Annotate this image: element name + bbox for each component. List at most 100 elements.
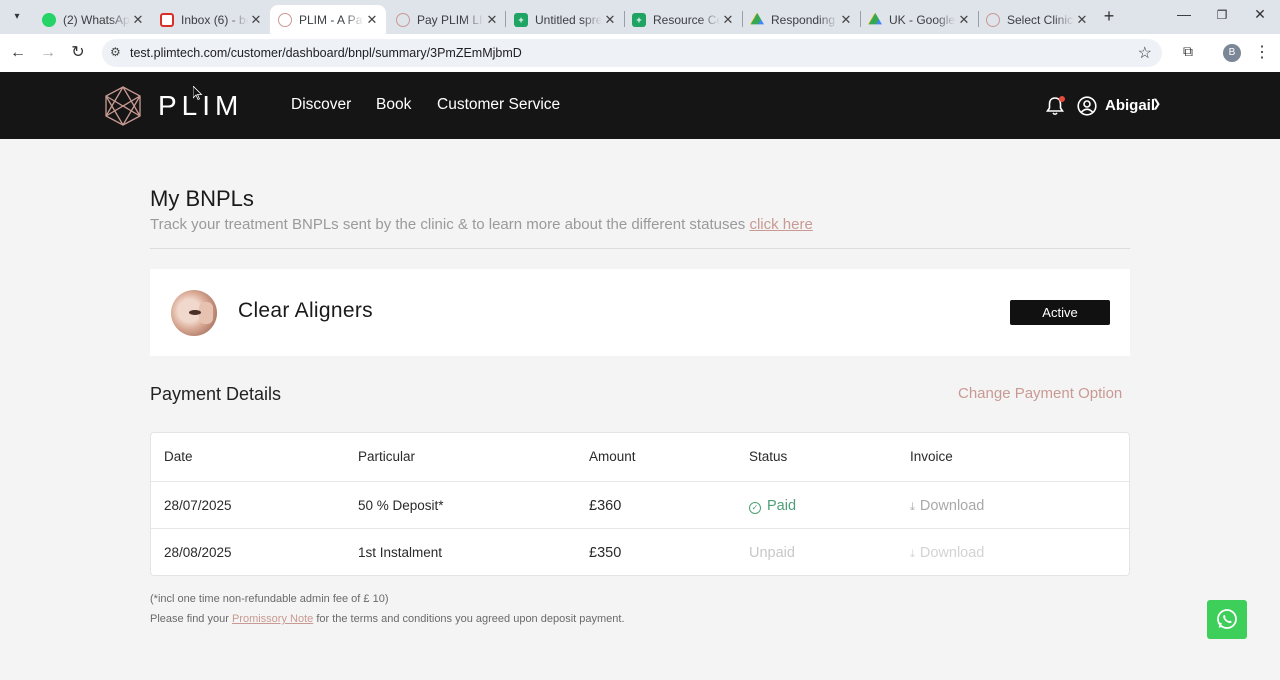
status-badge: Active xyxy=(1010,300,1110,325)
note-text-before: Please find your xyxy=(150,613,229,625)
sheets-icon: + xyxy=(514,12,528,27)
row-status-paid: ✓ Paid xyxy=(749,498,796,514)
payment-table: Date Particular Amount Status Invoice 28… xyxy=(150,432,1130,576)
close-tab-icon[interactable]: ✕ xyxy=(956,12,972,28)
drive-icon xyxy=(750,12,764,25)
promissory-note-text: Please find your Promissory Note for the… xyxy=(150,613,625,625)
browser-tab-strip: ▾ (2) WhatsApp ✕ Inbox (6) - be ✕ PLIM -… xyxy=(0,0,1280,34)
back-arrow-icon[interactable]: ← xyxy=(7,42,29,64)
profile-avatar[interactable]: B xyxy=(1223,44,1241,62)
close-tab-icon[interactable]: ✕ xyxy=(838,12,854,28)
status-info-link[interactable]: click here xyxy=(749,216,812,233)
column-header-invoice: Invoice xyxy=(910,449,953,464)
payment-details-title: Payment Details xyxy=(150,384,282,404)
close-tab-icon[interactable]: ✕ xyxy=(248,12,264,28)
mouse-cursor-icon xyxy=(193,86,203,100)
browser-menu-icon[interactable]: ⋮ xyxy=(1254,42,1270,62)
user-name[interactable]: Abigail xyxy=(1105,97,1155,114)
tab-title: (2) WhatsApp xyxy=(63,12,130,27)
close-tab-icon[interactable]: ✕ xyxy=(1074,12,1090,28)
tab-gmail[interactable]: Inbox (6) - be ✕ xyxy=(152,5,270,34)
download-invoice-button[interactable]: ⤓ Download xyxy=(910,498,984,514)
tab-untitled-spreadsheet[interactable]: + Untitled spre ✕ xyxy=(506,5,624,34)
column-header-date: Date xyxy=(164,449,193,464)
divider xyxy=(150,248,1130,249)
row-invoice-text: Download xyxy=(919,545,985,561)
tab-uk-google[interactable]: UK - Google ✕ xyxy=(860,5,978,34)
close-tab-icon[interactable]: ✕ xyxy=(130,12,146,28)
column-header-status: Status xyxy=(749,449,788,464)
tab-title: Select Clinic xyxy=(1007,12,1074,27)
close-tab-icon[interactable]: ✕ xyxy=(720,12,736,28)
table-row: 28/07/2025 50 % Deposit* £360 ✓ Paid ⤓ Dow… xyxy=(151,481,1129,528)
promissory-note-link[interactable]: Promissory Note xyxy=(232,613,313,625)
new-tab-plus-icon[interactable]: + xyxy=(1100,7,1118,25)
plim-logo-icon[interactable] xyxy=(104,86,142,126)
row-status-unpaid: Unpaid xyxy=(749,545,795,561)
tab-search-chevron-icon[interactable]: ▾ xyxy=(8,8,26,26)
admin-fee-note: (*incl one time non-refundable admin fee… xyxy=(150,593,389,605)
tab-title: Responding t xyxy=(771,12,838,27)
row-date: 28/07/2025 xyxy=(164,498,232,513)
plim-icon xyxy=(278,12,292,27)
download-invoice-button-disabled: ⤓ Download xyxy=(910,545,984,561)
whatsapp-chat-button[interactable] xyxy=(1207,600,1247,639)
column-header-amount: Amount xyxy=(589,449,636,464)
minimize-icon[interactable]: — xyxy=(1174,6,1194,22)
tab-pay-plim[interactable]: Pay PLIM LIM ✕ xyxy=(388,5,506,34)
site-header: PLIM Discover Book Customer Service Abig… xyxy=(0,72,1280,139)
note-text-after: for the terms and conditions you agreed … xyxy=(316,613,625,625)
tab-plim-active[interactable]: PLIM - A Pay ✕ xyxy=(270,5,386,34)
column-header-particular: Particular xyxy=(358,449,416,464)
restore-window-icon[interactable]: ❐ xyxy=(1212,8,1232,22)
site-info-icon[interactable]: ⚙ xyxy=(110,45,121,59)
download-icon: ⤓ xyxy=(910,501,915,513)
treatment-thumbnail-image xyxy=(171,290,217,336)
whatsapp-icon xyxy=(1217,609,1237,629)
close-tab-icon[interactable]: ✕ xyxy=(602,12,618,28)
page-subtitle: Track your treatment BNPLs sent by the c… xyxy=(150,216,813,233)
close-tab-icon[interactable]: ✕ xyxy=(484,12,500,28)
row-invoice-text: Download xyxy=(919,498,985,514)
sheets-icon: + xyxy=(632,12,646,27)
close-window-icon[interactable]: ✕ xyxy=(1250,6,1270,23)
tab-title: Resource Cen xyxy=(653,12,720,27)
url-text[interactable]: test.plimtech.com/customer/dashboard/bnp… xyxy=(130,46,522,60)
row-amount: £360 xyxy=(589,498,622,514)
subtitle-text: Track your treatment BNPLs sent by the c… xyxy=(150,216,746,233)
tab-responding[interactable]: Responding t ✕ xyxy=(742,5,860,34)
tab-select-clinic[interactable]: Select Clinic ✕ xyxy=(978,5,1096,34)
treatment-card: Clear Aligners Active xyxy=(150,269,1130,356)
row-status-text: Paid xyxy=(767,498,797,514)
row-particular: 50 % Deposit* xyxy=(358,498,444,513)
tab-whatsapp[interactable]: (2) WhatsApp ✕ xyxy=(34,5,152,34)
tab-title: UK - Google xyxy=(889,12,956,27)
tab-title: Inbox (6) - be xyxy=(181,12,248,27)
extensions-puzzle-icon[interactable]: ⧉ xyxy=(1178,43,1198,63)
user-account-icon[interactable] xyxy=(1077,96,1097,116)
bookmark-star-icon[interactable]: ☆ xyxy=(1138,43,1152,63)
nav-book[interactable]: Book xyxy=(376,96,411,114)
notification-dot xyxy=(1059,96,1065,102)
drive-icon xyxy=(868,12,882,25)
chevron-down-icon[interactable]: ❯ xyxy=(1152,97,1161,110)
change-payment-option-link[interactable]: Change Payment Option xyxy=(958,385,1122,402)
table-header-row: Date Particular Amount Status Invoice xyxy=(151,433,1129,480)
reload-icon[interactable]: ↻ xyxy=(67,42,89,64)
row-particular: 1st Instalment xyxy=(358,545,443,560)
tab-title: PLIM - A Pay xyxy=(299,12,364,27)
plim-icon xyxy=(396,12,410,27)
whatsapp-icon xyxy=(42,12,56,27)
check-circle-icon: ✓ xyxy=(749,502,761,514)
page-title: My BNPLs xyxy=(150,186,254,211)
table-row: 28/08/2025 1st Instalment £350 Unpaid ⤓ D… xyxy=(151,528,1129,575)
row-amount: £350 xyxy=(589,545,622,561)
close-tab-icon[interactable]: ✕ xyxy=(364,12,380,28)
gmail-icon xyxy=(160,12,174,27)
nav-discover[interactable]: Discover xyxy=(291,96,351,114)
tab-title: Pay PLIM LIM xyxy=(417,12,484,27)
tab-resource-center[interactable]: + Resource Cen ✕ xyxy=(624,5,742,34)
address-bar[interactable]: ⚙ test.plimtech.com/customer/dashboard/b… xyxy=(102,39,1162,67)
nav-customer-service[interactable]: Customer Service xyxy=(437,96,560,114)
forward-arrow-icon[interactable]: → xyxy=(37,42,59,64)
